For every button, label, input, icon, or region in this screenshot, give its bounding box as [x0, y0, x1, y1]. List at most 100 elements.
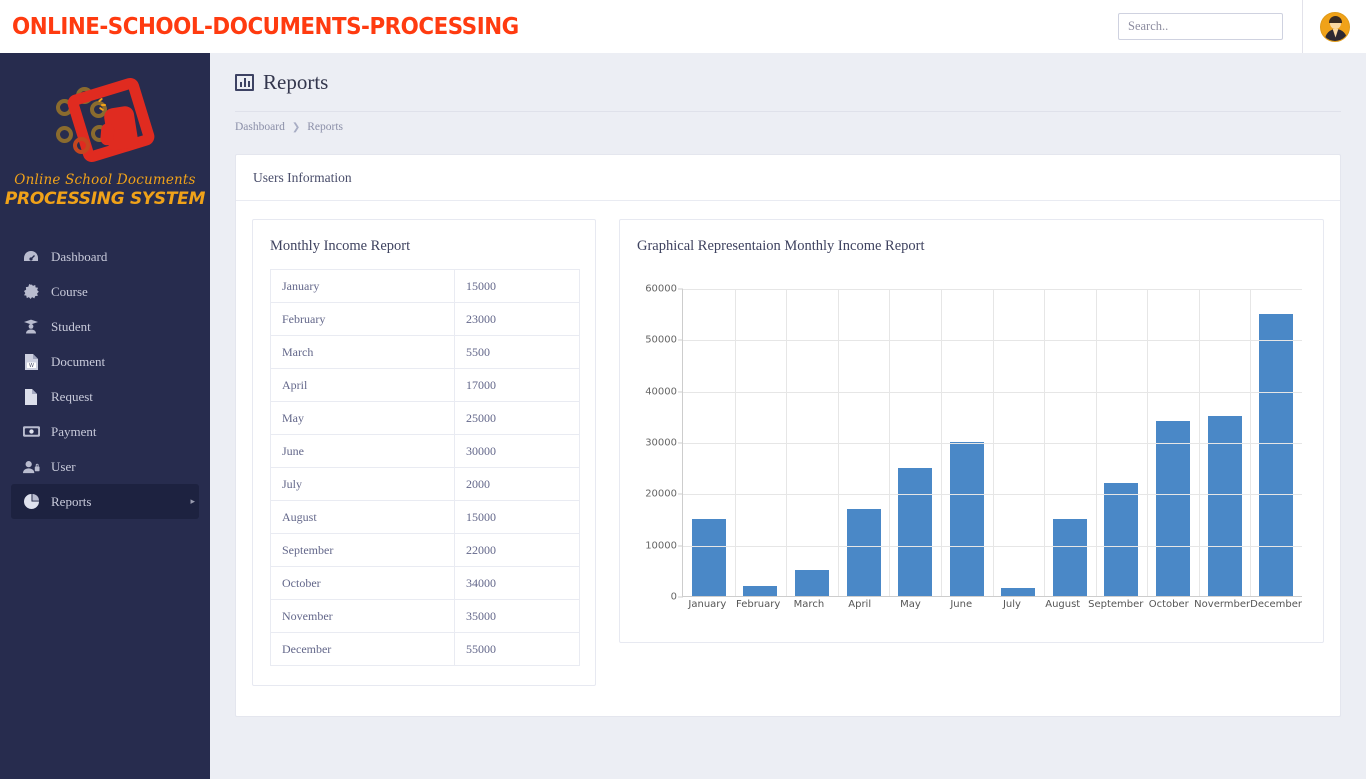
student-icon [22, 319, 40, 335]
chart-y-tick-mark [678, 545, 683, 546]
svg-text:W: W [29, 363, 34, 369]
table-cell-value: 55000 [455, 633, 580, 666]
sidebar-logo[interactable]: Online School Documents PROCESSING SYSTE… [0, 53, 210, 231]
table-row: June30000 [271, 435, 580, 468]
chart-vertical-gridline [1147, 289, 1148, 596]
chart-x-tick-label: February [733, 599, 784, 610]
chart-bar[interactable] [1104, 483, 1138, 596]
chart-bar[interactable] [898, 468, 932, 596]
chart-vertical-gridline [889, 289, 890, 596]
table-cell-value: 30000 [455, 435, 580, 468]
chart-vertical-gridline [735, 289, 736, 596]
bar-chart-icon [235, 74, 254, 91]
table-cell-value: 22000 [455, 534, 580, 567]
table-cell-month: November [271, 600, 455, 633]
chart-vertical-gridline [1044, 289, 1045, 596]
top-bar-right [1118, 0, 1366, 53]
chart-vertical-gridline [838, 289, 839, 596]
table-row: March5500 [271, 336, 580, 369]
chart-y-tick-mark [678, 289, 683, 290]
table-cell-value: 23000 [455, 303, 580, 336]
search-input[interactable] [1118, 13, 1283, 40]
user-avatar-button[interactable] [1303, 0, 1366, 53]
monthly-income-table: January15000February23000March5500April1… [270, 269, 580, 666]
chart-x-axis-labels: JanuaryFebruaryMarchAprilMayJuneJulyAugu… [682, 599, 1302, 610]
table-row: January15000 [271, 270, 580, 303]
chart-x-tick-label: July [987, 599, 1038, 610]
sidebar: Online School Documents PROCESSING SYSTE… [0, 53, 210, 779]
table-row: May25000 [271, 402, 580, 435]
money-icon [22, 424, 40, 440]
chart-bar[interactable] [1156, 421, 1190, 596]
table-row: July2000 [271, 468, 580, 501]
chart-vertical-gridline [993, 289, 994, 596]
chart-bar[interactable] [950, 442, 984, 596]
chart-y-tick-label: 40000 [645, 386, 677, 397]
chart-vertical-gridline [786, 289, 787, 596]
table-row: February23000 [271, 303, 580, 336]
chart-y-tick-label: 60000 [645, 284, 677, 295]
top-bar: ONLINE-SCHOOL-DOCUMENTS-PROCESSING [0, 0, 1366, 53]
table-cell-month: July [271, 468, 455, 501]
page-title: Reports [235, 70, 1341, 95]
table-cell-month: October [271, 567, 455, 600]
table-row: November35000 [271, 600, 580, 633]
chart-vertical-gridline [1250, 289, 1251, 596]
sidebar-item-label: Dashboard [51, 249, 199, 265]
chart-x-tick-label: Novermber [1194, 599, 1250, 610]
chart-x-tick-label: April [834, 599, 885, 610]
sidebar-item-course[interactable]: Course [11, 274, 199, 309]
table-row: December55000 [271, 633, 580, 666]
table-cell-value: 34000 [455, 567, 580, 600]
sidebar-item-reports[interactable]: Reports ▸ [11, 484, 199, 519]
chart-plot-area: 0100002000030000400005000060000 [682, 289, 1302, 597]
chart-bar[interactable] [692, 519, 726, 596]
sidebar-item-request[interactable]: Request [11, 379, 199, 414]
chart-y-tick-mark [678, 443, 683, 444]
chart-x-tick-label: June [936, 599, 987, 610]
gear-icon [22, 284, 40, 300]
chart-x-tick-label: October [1143, 599, 1194, 610]
chart-bar[interactable] [795, 570, 829, 596]
sidebar-item-document[interactable]: W Document [11, 344, 199, 379]
table-cell-month: December [271, 633, 455, 666]
chart-vertical-gridline [1096, 289, 1097, 596]
chart-bar[interactable] [1259, 314, 1293, 596]
table-cell-value: 15000 [455, 501, 580, 534]
chart-vertical-gridline [1199, 289, 1200, 596]
sidebar-item-label: Request [51, 389, 199, 405]
chart-bar[interactable] [1001, 588, 1035, 596]
table-cell-month: April [271, 369, 455, 402]
chart-bar[interactable] [847, 509, 881, 596]
sidebar-item-student[interactable]: Student [11, 309, 199, 344]
table-cell-month: March [271, 336, 455, 369]
chart-y-tick-label: 20000 [645, 489, 677, 500]
page-header: Reports [210, 53, 1366, 95]
word-document-icon: W [22, 354, 40, 370]
users-information-panel: Users Information Monthly Income Report … [235, 154, 1341, 717]
avatar [1320, 12, 1350, 42]
breadcrumb-separator-icon: ❯ [292, 122, 300, 133]
app-brand-title: ONLINE-SCHOOL-DOCUMENTS-PROCESSING [12, 14, 519, 40]
breadcrumb: Dashboard ❯ Reports [210, 112, 1366, 133]
table-cell-value: 35000 [455, 600, 580, 633]
chart-y-tick-label: 30000 [645, 438, 677, 449]
chart-x-tick-label: May [885, 599, 936, 610]
chart-y-tick-mark [678, 391, 683, 392]
table-card-title: Monthly Income Report [253, 220, 595, 269]
sidebar-item-label: User [51, 459, 199, 475]
bar-chart: 0100002000030000400005000060000 JanuaryF… [620, 277, 1323, 627]
user-lock-icon [22, 459, 40, 475]
chart-bar[interactable] [1053, 519, 1087, 596]
breadcrumb-item-dashboard[interactable]: Dashboard [235, 121, 285, 133]
chevron-right-icon: ▸ [190, 496, 195, 507]
table-row: August15000 [271, 501, 580, 534]
chart-y-tick-label: 50000 [645, 335, 677, 346]
chart-bar[interactable] [743, 586, 777, 596]
table-row: September22000 [271, 534, 580, 567]
sidebar-item-payment[interactable]: Payment [11, 414, 199, 449]
sidebar-item-dashboard[interactable]: Dashboard [11, 239, 199, 274]
table-cell-value: 5500 [455, 336, 580, 369]
sidebar-item-user[interactable]: User [11, 449, 199, 484]
table-cell-value: 17000 [455, 369, 580, 402]
